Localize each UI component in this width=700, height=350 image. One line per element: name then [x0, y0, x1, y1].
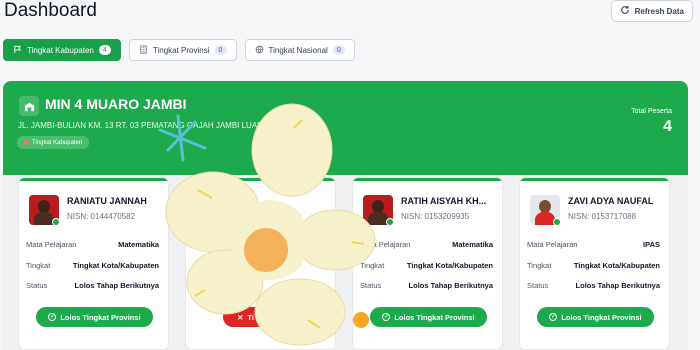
flag-icon: [13, 45, 22, 56]
tab-label: Tingkat Nasional: [268, 45, 328, 55]
check-circle-icon: ✓: [549, 313, 558, 321]
tab-label: Tingkat Provinsi: [152, 45, 210, 55]
student-nisn: NISN: 0153209935: [401, 212, 470, 221]
status-row: Status Lolos Tahap Berikutnya: [26, 281, 159, 290]
school-icon: [19, 96, 39, 116]
student-name: RANIATU JANNAH: [67, 196, 147, 206]
lolos-provinsi-button[interactable]: ✓ Lolos Tingkat Provinsi: [537, 307, 654, 327]
card-accent: [520, 178, 669, 181]
student-card: RANIATU JANNAH NISN: 0144470582 Mata Pel…: [18, 177, 169, 350]
page-title: Dashboard: [4, 0, 97, 21]
student-name: RATIH AISYAH KH...: [401, 196, 487, 206]
level-row: Tingkat Tingkat Kota/Kabupaten: [360, 261, 493, 270]
tab-tingkat-nasional[interactable]: Tingkat Nasional 0: [244, 39, 355, 61]
school-name: MIN 4 MUARO JAMBI: [45, 96, 187, 112]
check-circle-icon: ✓: [382, 313, 391, 321]
total-peserta-count: 4: [663, 118, 672, 135]
globe-icon: [255, 45, 264, 56]
student-name: ZAVI ADYA NAUFAL: [568, 196, 654, 206]
refresh-icon: [620, 5, 630, 17]
school-address: JL. JAMBI-BULIAN KM. 13 RT. 03 PEMATANG …: [18, 121, 317, 130]
online-indicator: [386, 218, 394, 226]
tab-label: Tingkat Kabupaten: [27, 45, 94, 55]
status-button[interactable]: ✕ Ti: [223, 307, 268, 327]
close-icon: ✕: [237, 312, 244, 322]
refresh-data-button[interactable]: Refresh Data: [610, 0, 693, 22]
tab-tingkat-kabupaten[interactable]: Tingkat Kabupaten 4: [3, 39, 121, 61]
tab-count-badge: 4: [98, 45, 111, 55]
tab-count-badge: 0: [214, 45, 227, 55]
student-card: ✕ Ti: [185, 177, 336, 350]
school-address-tail: JAMBI JAMBI: [267, 121, 317, 130]
level-row: Tingkat Tingkat Kota/Kabupaten: [26, 261, 159, 270]
card-accent: [19, 178, 168, 181]
status-row: Status Lolos Tahap Berikutnya: [360, 281, 493, 290]
student-card: ZAVI ADYA NAUFAL NISN: 0153717088 Mata P…: [519, 177, 670, 350]
card-accent: [186, 178, 335, 181]
student-nisn: NISN: 0153717088: [568, 212, 637, 221]
student-card: RATIH AISYAH KH... NISN: 0153209935 Mata…: [352, 177, 503, 350]
total-peserta-label: Total Peserta: [631, 108, 672, 115]
level-tabs: Tingkat Kabupaten 4 Tingkat Provinsi 0 T…: [3, 39, 355, 61]
status-row: Status Lolos Tahap Berikutnya: [527, 281, 660, 290]
building-icon: [139, 44, 148, 56]
online-indicator: [553, 218, 561, 226]
subject-row: Mata Pelajaran Matematika: [360, 240, 493, 249]
online-indicator: [52, 218, 60, 226]
lolos-provinsi-button[interactable]: ✓ Lolos Tingkat Provinsi: [370, 307, 487, 327]
tab-tingkat-provinsi[interactable]: Tingkat Provinsi 0: [128, 39, 237, 61]
lolos-provinsi-button[interactable]: ✓ Lolos Tingkat Provinsi: [36, 307, 153, 327]
refresh-label: Refresh Data: [634, 6, 684, 16]
level-chip: Tingkat Kabupaten: [17, 136, 90, 149]
student-nisn: NISN: 0144470582: [67, 212, 136, 221]
pin-icon: [24, 140, 29, 145]
subject-row: Mata Pelajaran IPAS: [527, 240, 660, 249]
level-row: Tingkat Tingkat Kota/Kabupaten: [527, 261, 660, 270]
subject-row: Mata Pelajaran Matematika: [26, 240, 159, 249]
tab-count-badge: 0: [332, 45, 345, 55]
school-banner: MIN 4 MUARO JAMBI JL. JAMBI-BULIAN KM. 1…: [3, 81, 688, 175]
card-accent: [353, 178, 502, 181]
check-circle-icon: ✓: [48, 313, 57, 321]
